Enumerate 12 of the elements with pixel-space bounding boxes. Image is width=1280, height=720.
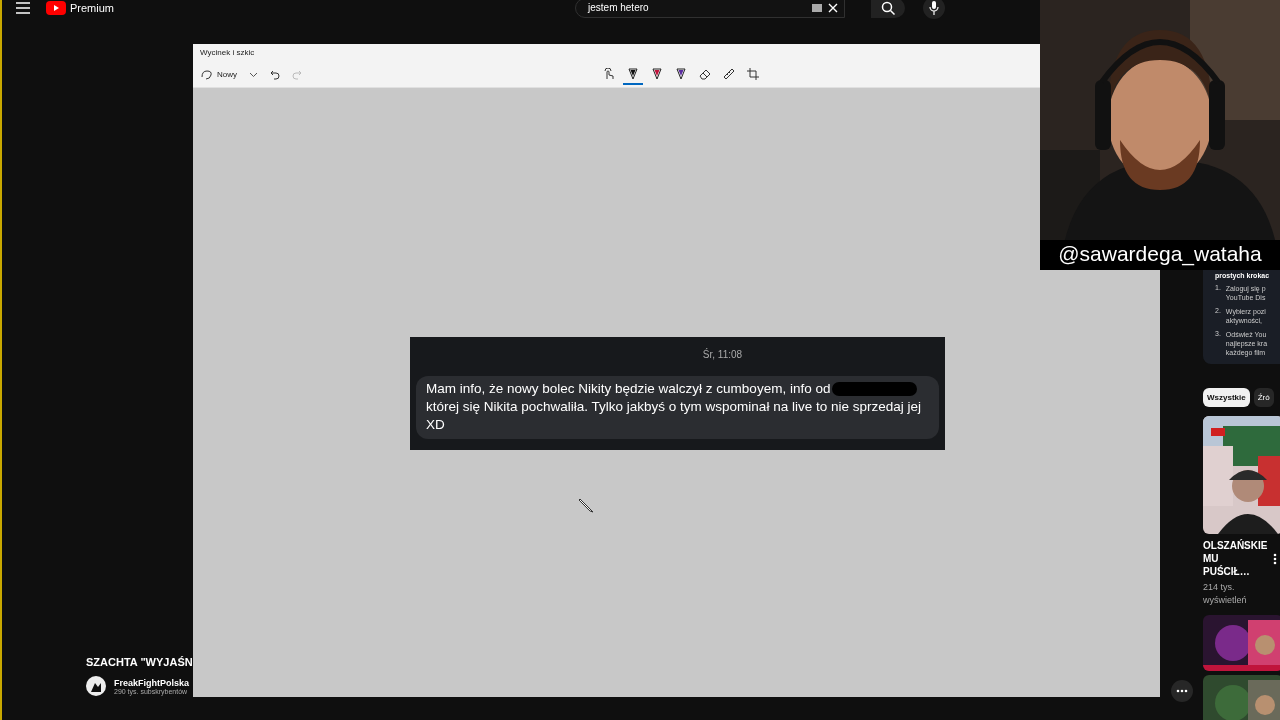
- channel-name[interactable]: FreakFightPolska: [114, 677, 190, 688]
- filter-chip[interactable]: Źró: [1253, 388, 1274, 407]
- channel-handle: @sawardega_wataha: [1040, 240, 1280, 270]
- message-text: której się Nikita pochwaliła. Tylko jakbyś o tym wspominał na live to nie sprzedaj jej XD: [426, 399, 921, 432]
- message-time: Śr, 11:08: [701, 349, 744, 360]
- view-count: 214 tys. wyświetleń: [1203, 581, 1248, 607]
- video-title: SZACHTA "WYJAŚN: [86, 656, 193, 668]
- message-text: Mam info, że nowy bolec Nikity będzie walczył z cumboyem, info od: [426, 381, 831, 396]
- filter-chip[interactable]: Wszystkie: [1203, 388, 1250, 407]
- new-button[interactable]: Nowy: [201, 69, 237, 80]
- logo-text[interactable]: Premium: [70, 1, 114, 15]
- search-field[interactable]: jestem hetero: [575, 0, 845, 18]
